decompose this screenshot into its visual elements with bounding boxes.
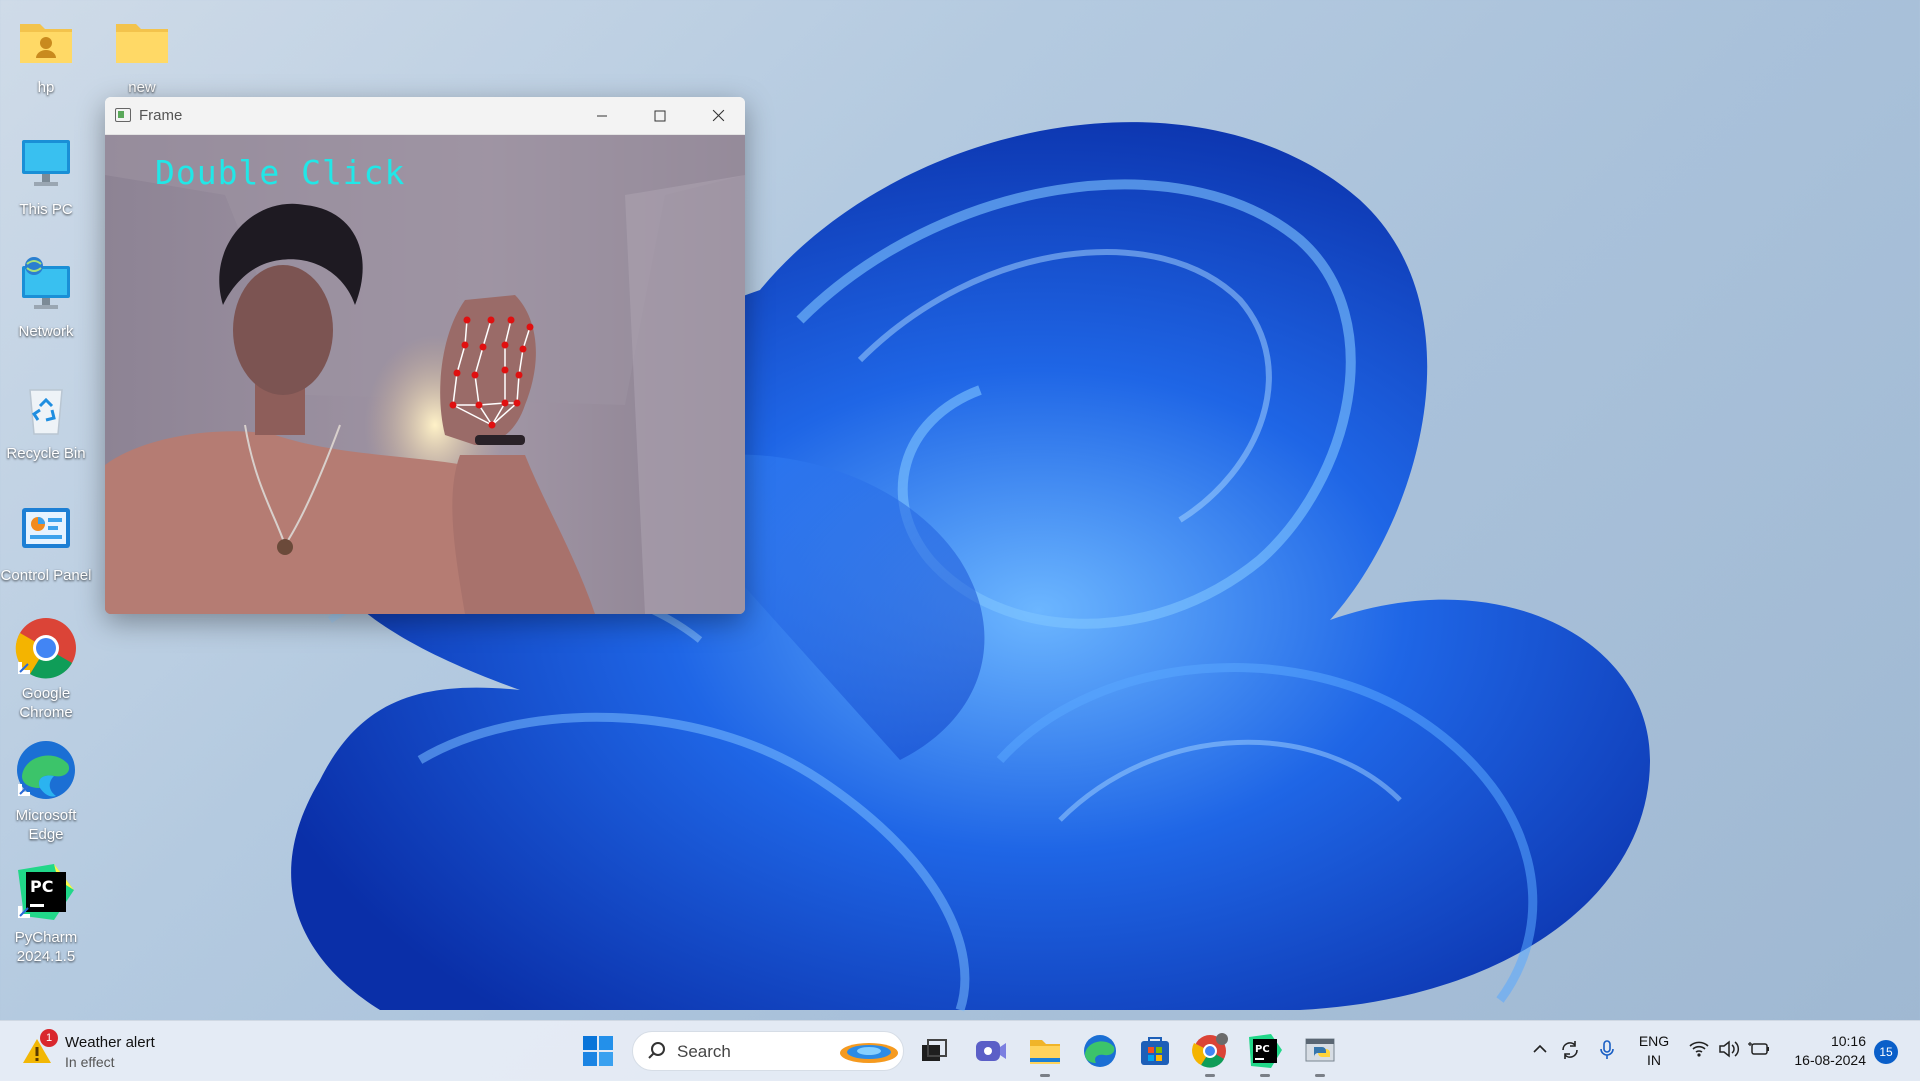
clock-time[interactable]: 10:16 xyxy=(1780,1033,1866,1049)
sync-icon xyxy=(1562,1041,1578,1059)
store-icon xyxy=(1141,1037,1169,1065)
pycharm-icon: PC xyxy=(14,860,78,924)
python-icon xyxy=(1305,1038,1335,1062)
weather-badge: 1 xyxy=(40,1029,58,1047)
meet-icon xyxy=(976,1041,1006,1061)
taskbar-pycharm[interactable]: PC xyxy=(1245,1031,1285,1077)
frame-window[interactable]: Frame Double Click xyxy=(105,97,745,614)
microphone-icon xyxy=(1600,1040,1614,1059)
clock-date[interactable]: 16-08-2024 xyxy=(1780,1052,1866,1068)
desktop-icon-label: new xyxy=(128,79,156,96)
minimize-icon xyxy=(597,115,607,116)
close-icon xyxy=(712,109,724,122)
running-indicator xyxy=(1315,1074,1325,1077)
language-indicator[interactable]: ENG xyxy=(1636,1033,1672,1049)
sync-tray-button[interactable] xyxy=(1558,1039,1582,1063)
file-explorer-icon xyxy=(1030,1040,1060,1064)
svg-text:PC: PC xyxy=(1255,1044,1270,1055)
monitor-icon xyxy=(14,132,78,196)
window-titlebar[interactable]: Frame xyxy=(105,97,745,135)
window-title: Frame xyxy=(139,107,183,124)
battery-tray-button[interactable] xyxy=(1748,1039,1772,1063)
desktop-icon-label: This PC xyxy=(19,201,73,218)
weather-subtitle: In effect xyxy=(65,1054,115,1070)
network-icon xyxy=(14,254,78,318)
control-panel-icon xyxy=(14,498,78,562)
desktop-icon-label: PyCharm 2024.1.5 xyxy=(14,929,78,965)
notification-badge[interactable]: 15 xyxy=(1874,1040,1898,1064)
desktop-icon-label: hp xyxy=(37,79,55,96)
weather-widget[interactable]: 1 Weather alert In effect xyxy=(22,1029,182,1073)
desktop-icon-label: Network xyxy=(18,323,74,340)
start-button[interactable] xyxy=(580,1033,616,1069)
webcam-image xyxy=(105,135,745,614)
taskbar-edge[interactable] xyxy=(1080,1031,1120,1071)
taskbar-task-view[interactable] xyxy=(914,1031,954,1071)
desktop-icon-pycharm[interactable]: PC PyCharm 2024.1.5 xyxy=(0,860,94,966)
volume-tray-button[interactable] xyxy=(1717,1039,1741,1063)
gesture-label: Double Click xyxy=(155,153,406,192)
camera-feed: Double Click xyxy=(105,135,745,614)
taskbar-file-explorer[interactable] xyxy=(1025,1031,1065,1077)
taskbar-store[interactable] xyxy=(1135,1031,1175,1071)
edge-icon xyxy=(1084,1035,1116,1067)
wifi-icon xyxy=(1689,1041,1709,1057)
close-button[interactable] xyxy=(689,97,745,134)
desktop-icon-microsoft-edge[interactable]: Microsoft Edge xyxy=(0,738,94,844)
recycle-bin-icon xyxy=(14,376,78,440)
taskbar-chrome[interactable] xyxy=(1190,1031,1230,1077)
volume-icon xyxy=(1719,1040,1740,1058)
chrome-icon xyxy=(1192,1033,1228,1068)
region-indicator[interactable]: IN xyxy=(1636,1052,1672,1068)
microphone-tray-button[interactable] xyxy=(1595,1039,1619,1063)
pycharm-icon: PC xyxy=(1249,1034,1282,1068)
show-hidden-icons-button[interactable] xyxy=(1528,1039,1552,1063)
task-view-icon xyxy=(922,1039,947,1061)
minimize-button[interactable] xyxy=(573,97,631,134)
desktop-icon-network[interactable]: Network xyxy=(0,254,94,341)
running-indicator xyxy=(1260,1074,1270,1077)
desktop-icon-recycle-bin[interactable]: Recycle Bin xyxy=(0,376,94,463)
battery-charging-icon xyxy=(1748,1042,1769,1055)
taskbar-python[interactable] xyxy=(1300,1031,1340,1077)
edge-icon xyxy=(14,738,78,802)
running-indicator xyxy=(1205,1074,1215,1077)
taskbar-meet[interactable] xyxy=(970,1031,1010,1071)
desktop-icon-label: Control Panel xyxy=(0,567,92,584)
app-window-icon xyxy=(115,108,131,122)
desktop-icon-new[interactable]: new xyxy=(94,10,190,97)
running-indicator xyxy=(1040,1074,1050,1077)
desktop-icon-google-chrome[interactable]: Google Chrome xyxy=(0,616,94,722)
desktop-icon-hp[interactable]: hp xyxy=(0,10,94,97)
taskbar-search[interactable]: Search xyxy=(632,1031,904,1071)
folder-icon xyxy=(110,10,174,74)
user-folder-icon xyxy=(14,10,78,74)
taskbar: 1 Weather alert In effect Search PC ENG … xyxy=(0,1020,1920,1081)
search-placeholder: Search xyxy=(677,1042,731,1061)
chrome-icon xyxy=(14,616,78,680)
chevron-up-icon xyxy=(1533,1044,1547,1053)
wifi-tray-button[interactable] xyxy=(1687,1039,1711,1063)
search-highlight-icon xyxy=(840,1043,898,1063)
desktop-icon-label: Google Chrome xyxy=(19,685,73,721)
maximize-icon xyxy=(654,110,666,121)
desktop-icon-control-panel[interactable]: Control Panel xyxy=(0,498,94,585)
desktop-icon-this-pc[interactable]: This PC xyxy=(0,132,94,219)
desktop-icon-label: Microsoft Edge xyxy=(15,807,77,843)
start-icon xyxy=(583,1036,613,1066)
maximize-button[interactable] xyxy=(631,97,689,134)
weather-title: Weather alert xyxy=(65,1034,155,1051)
search-icon xyxy=(648,1042,665,1059)
svg-text:PC: PC xyxy=(30,877,53,896)
desktop-icon-label: Recycle Bin xyxy=(6,445,86,462)
